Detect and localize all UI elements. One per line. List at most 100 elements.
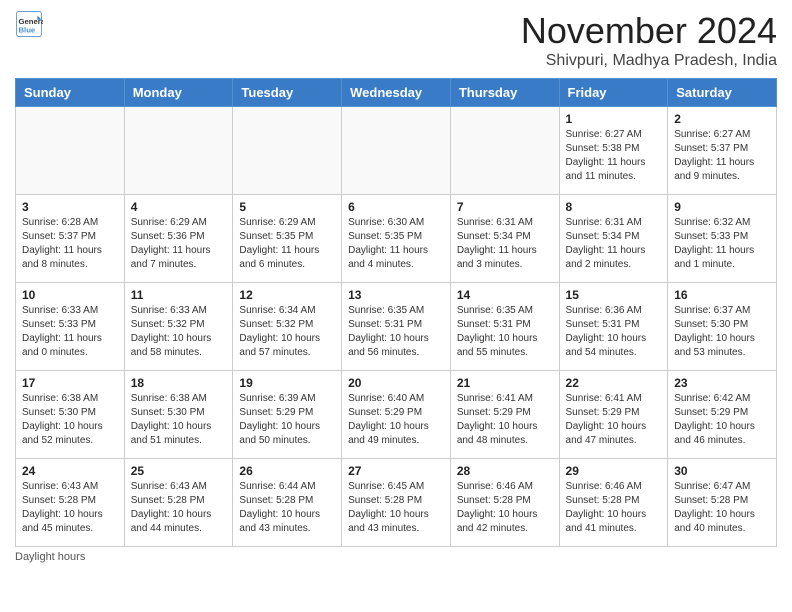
calendar-cell <box>450 107 559 195</box>
calendar-cell: 20 Sunrise: 6:40 AM Sunset: 5:29 PM Dayli… <box>342 371 451 459</box>
day-number: 29 <box>566 464 662 478</box>
day-number: 4 <box>131 200 227 214</box>
day-number: 24 <box>22 464 118 478</box>
day-info: Sunrise: 6:34 AM Sunset: 5:32 PM Dayligh… <box>239 304 335 360</box>
day-info: Sunrise: 6:32 AM Sunset: 5:33 PM Dayligh… <box>674 216 770 272</box>
logo-icon: General Blue <box>15 10 43 38</box>
day-number: 12 <box>239 288 335 302</box>
calendar-cell: 29Sunrise: 6:46 AM Sunset: 5:28 PM Dayli… <box>559 459 668 547</box>
calendar-cell <box>233 107 342 195</box>
day-number: 5 <box>239 200 335 214</box>
calendar-cell: 4 Sunrise: 6:29 AM Sunset: 5:36 PM Daylig… <box>124 195 233 283</box>
day-info: Sunrise: 6:36 AM Sunset: 5:31 PM Dayligh… <box>566 304 662 360</box>
day-info: Sunrise: 6:33 AM Sunset: 5:32 PM Dayligh… <box>131 304 227 360</box>
day-info: Sunrise: 6:45 AM Sunset: 5:28 PM Dayligh… <box>348 480 444 536</box>
calendar-cell: 14 Sunrise: 6:35 AM Sunset: 5:31 PM Dayli… <box>450 283 559 371</box>
day-number: 18 <box>131 376 227 390</box>
day-info: Sunrise: 6:38 AM Sunset: 5:30 PM Dayligh… <box>22 392 118 448</box>
calendar-cell: 17 Sunrise: 6:38 AM Sunset: 5:30 PM Dayli… <box>16 371 125 459</box>
day-info: Sunrise: 6:29 AM Sunset: 5:36 PM Dayligh… <box>131 216 227 272</box>
day-info: Sunrise: 6:39 AM Sunset: 5:29 PM Dayligh… <box>239 392 335 448</box>
logo: General Blue <box>15 10 43 38</box>
day-info: Sunrise: 6:41 AM Sunset: 5:29 PM Dayligh… <box>566 392 662 448</box>
day-info: Sunrise: 6:41 AM Sunset: 5:29 PM Dayligh… <box>457 392 553 448</box>
day-info: Sunrise: 6:33 AM Sunset: 5:33 PM Dayligh… <box>22 304 118 360</box>
day-number: 1 <box>566 112 662 126</box>
footer-note: Daylight hours <box>15 551 777 563</box>
day-number: 22 <box>566 376 662 390</box>
day-number: 11 <box>131 288 227 302</box>
day-info: Sunrise: 6:35 AM Sunset: 5:31 PM Dayligh… <box>457 304 553 360</box>
calendar-cell <box>124 107 233 195</box>
calendar-header-thursday: Thursday <box>450 79 559 107</box>
day-number: 10 <box>22 288 118 302</box>
day-info: Sunrise: 6:37 AM Sunset: 5:30 PM Dayligh… <box>674 304 770 360</box>
calendar-cell: 13 Sunrise: 6:35 AM Sunset: 5:31 PM Dayli… <box>342 283 451 371</box>
day-info: Sunrise: 6:29 AM Sunset: 5:35 PM Dayligh… <box>239 216 335 272</box>
day-info: Sunrise: 6:31 AM Sunset: 5:34 PM Dayligh… <box>566 216 662 272</box>
day-info: Sunrise: 6:31 AM Sunset: 5:34 PM Dayligh… <box>457 216 553 272</box>
day-info: Sunrise: 6:27 AM Sunset: 5:37 PM Dayligh… <box>674 128 770 184</box>
calendar-week-row: 10 Sunrise: 6:33 AM Sunset: 5:33 PM Dayli… <box>16 283 777 371</box>
calendar-cell: 19 Sunrise: 6:39 AM Sunset: 5:29 PM Dayli… <box>233 371 342 459</box>
day-info: Sunrise: 6:27 AM Sunset: 5:38 PM Dayligh… <box>566 128 662 184</box>
calendar-cell: 30Sunrise: 6:47 AM Sunset: 5:28 PM Dayli… <box>668 459 777 547</box>
title-section: November 2024 Shivpuri, Madhya Pradesh, … <box>521 10 777 70</box>
day-info: Sunrise: 6:28 AM Sunset: 5:37 PM Dayligh… <box>22 216 118 272</box>
calendar-header-friday: Friday <box>559 79 668 107</box>
day-number: 21 <box>457 376 553 390</box>
day-info: Sunrise: 6:47 AM Sunset: 5:28 PM Dayligh… <box>674 480 770 536</box>
day-info: Sunrise: 6:46 AM Sunset: 5:28 PM Dayligh… <box>457 480 553 536</box>
calendar-cell: 6 Sunrise: 6:30 AM Sunset: 5:35 PM Daylig… <box>342 195 451 283</box>
calendar-cell: 12 Sunrise: 6:34 AM Sunset: 5:32 PM Dayli… <box>233 283 342 371</box>
day-number: 20 <box>348 376 444 390</box>
calendar-cell: 23 Sunrise: 6:42 AM Sunset: 5:29 PM Dayli… <box>668 371 777 459</box>
calendar-cell: 8Sunrise: 6:31 AM Sunset: 5:34 PM Daylig… <box>559 195 668 283</box>
day-number: 27 <box>348 464 444 478</box>
calendar-cell <box>342 107 451 195</box>
day-number: 6 <box>348 200 444 214</box>
day-number: 13 <box>348 288 444 302</box>
day-number: 7 <box>457 200 553 214</box>
day-number: 2 <box>674 112 770 126</box>
calendar-header-monday: Monday <box>124 79 233 107</box>
calendar-cell: 28 Sunrise: 6:46 AM Sunset: 5:28 PM Dayli… <box>450 459 559 547</box>
calendar-week-row: 3 Sunrise: 6:28 AM Sunset: 5:37 PM Daylig… <box>16 195 777 283</box>
calendar-cell: 27 Sunrise: 6:45 AM Sunset: 5:28 PM Dayli… <box>342 459 451 547</box>
calendar-cell: 5 Sunrise: 6:29 AM Sunset: 5:35 PM Daylig… <box>233 195 342 283</box>
calendar-cell: 15 Sunrise: 6:36 AM Sunset: 5:31 PM Dayli… <box>559 283 668 371</box>
calendar-header-tuesday: Tuesday <box>233 79 342 107</box>
day-number: 28 <box>457 464 553 478</box>
day-number: 19 <box>239 376 335 390</box>
day-number: 9 <box>674 200 770 214</box>
calendar-cell: 21 Sunrise: 6:41 AM Sunset: 5:29 PM Dayli… <box>450 371 559 459</box>
calendar-cell: 2 Sunrise: 6:27 AM Sunset: 5:37 PM Daylig… <box>668 107 777 195</box>
calendar-cell: 16Sunrise: 6:37 AM Sunset: 5:30 PM Dayli… <box>668 283 777 371</box>
month-title: November 2024 <box>521 10 777 52</box>
day-info: Sunrise: 6:35 AM Sunset: 5:31 PM Dayligh… <box>348 304 444 360</box>
day-number: 25 <box>131 464 227 478</box>
calendar-cell: 22 Sunrise: 6:41 AM Sunset: 5:29 PM Dayli… <box>559 371 668 459</box>
calendar-cell: 9 Sunrise: 6:32 AM Sunset: 5:33 PM Daylig… <box>668 195 777 283</box>
day-info: Sunrise: 6:43 AM Sunset: 5:28 PM Dayligh… <box>22 480 118 536</box>
calendar-cell: 1 Sunrise: 6:27 AM Sunset: 5:38 PM Daylig… <box>559 107 668 195</box>
day-number: 3 <box>22 200 118 214</box>
day-info: Sunrise: 6:38 AM Sunset: 5:30 PM Dayligh… <box>131 392 227 448</box>
day-info: Sunrise: 6:40 AM Sunset: 5:29 PM Dayligh… <box>348 392 444 448</box>
calendar-header-sunday: Sunday <box>16 79 125 107</box>
day-number: 17 <box>22 376 118 390</box>
day-number: 14 <box>457 288 553 302</box>
day-info: Sunrise: 6:42 AM Sunset: 5:29 PM Dayligh… <box>674 392 770 448</box>
day-info: Sunrise: 6:30 AM Sunset: 5:35 PM Dayligh… <box>348 216 444 272</box>
calendar-week-row: 24 Sunrise: 6:43 AM Sunset: 5:28 PM Dayli… <box>16 459 777 547</box>
calendar-header-saturday: Saturday <box>668 79 777 107</box>
day-number: 23 <box>674 376 770 390</box>
calendar-cell: 7 Sunrise: 6:31 AM Sunset: 5:34 PM Daylig… <box>450 195 559 283</box>
day-number: 15 <box>566 288 662 302</box>
calendar-table: SundayMondayTuesdayWednesdayThursdayFrid… <box>15 78 777 547</box>
calendar-cell: 24 Sunrise: 6:43 AM Sunset: 5:28 PM Dayli… <box>16 459 125 547</box>
calendar-header-row: SundayMondayTuesdayWednesdayThursdayFrid… <box>16 79 777 107</box>
calendar-week-row: 1 Sunrise: 6:27 AM Sunset: 5:38 PM Daylig… <box>16 107 777 195</box>
calendar-cell <box>16 107 125 195</box>
svg-text:Blue: Blue <box>19 25 36 34</box>
